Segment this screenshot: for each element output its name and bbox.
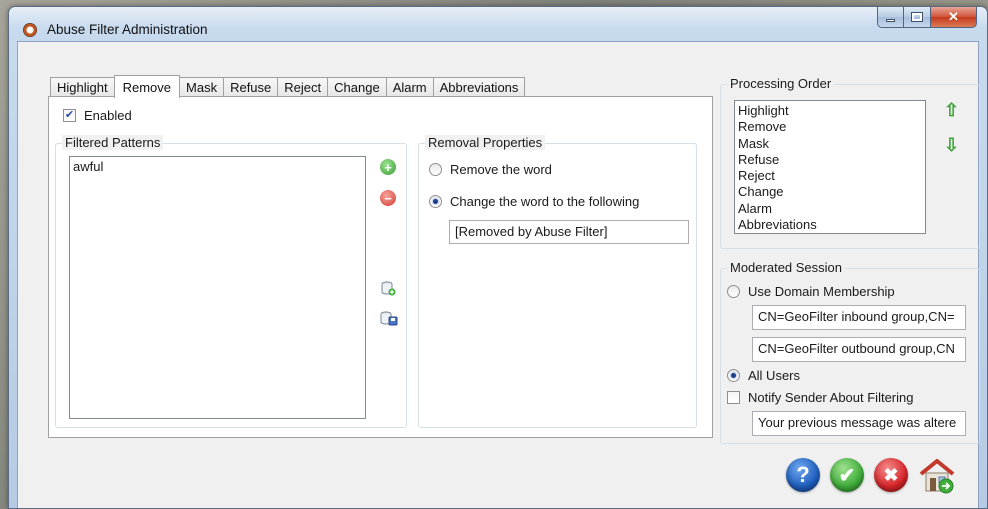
import-icon[interactable] — [380, 280, 396, 296]
change-word-label: Change the word to the following — [450, 194, 640, 209]
app-icon — [23, 23, 37, 37]
notify-message-field[interactable]: Your previous message was altere — [752, 411, 966, 436]
list-item[interactable]: Reject — [738, 168, 922, 184]
filtered-patterns-title: Filtered Patterns — [62, 135, 164, 150]
client-area: Highlight Remove Mask Refuse Reject Chan… — [17, 41, 980, 508]
maximize-icon — [911, 12, 923, 22]
title-bar[interactable]: Abuse Filter Administration ✕ — [9, 7, 987, 41]
all-users-row: All Users — [727, 368, 800, 383]
tab-remove[interactable]: Remove — [113, 75, 181, 98]
list-item[interactable]: Refuse — [738, 152, 922, 168]
all-users-label: All Users — [748, 368, 801, 383]
domain-membership-row: Use Domain Membership — [727, 284, 895, 299]
removal-properties-group: Removal Properties Remove the word Chang… — [418, 135, 697, 428]
ok-button[interactable]: ✔ — [830, 458, 864, 492]
processing-order-group: Processing Order Highlight Remove Mask R… — [720, 76, 980, 249]
inbound-group-field[interactable]: CN=GeoFilter inbound group,CN= — [752, 305, 966, 330]
filtered-patterns-group: Filtered Patterns awful + − — [55, 135, 407, 428]
window-title: Abuse Filter Administration — [47, 22, 208, 37]
tab-mask[interactable]: Mask — [179, 77, 225, 97]
remove-tab-panel: ✔ Enabled Filtered Patterns awful + − Re… — [48, 96, 713, 438]
add-icon[interactable]: + — [380, 159, 396, 175]
list-item[interactable]: Mask — [738, 136, 922, 152]
close-button[interactable]: ✕ — [931, 7, 977, 28]
tab-strip: Highlight Remove Mask Refuse Reject Chan… — [50, 75, 526, 98]
help-button[interactable]: ? — [786, 458, 820, 492]
close-icon: ✕ — [948, 9, 959, 24]
list-item[interactable]: Alarm — [738, 201, 922, 217]
remove-word-radio[interactable] — [429, 163, 442, 176]
tab-highlight[interactable]: Highlight — [50, 77, 115, 97]
ok-icon: ✔ — [838, 464, 856, 487]
remove-icon[interactable]: − — [380, 190, 396, 206]
tab-reject[interactable]: Reject — [277, 77, 329, 97]
list-item[interactable]: Highlight — [738, 103, 922, 119]
window-controls: ✕ — [877, 7, 977, 28]
cancel-button[interactable]: ✖ — [874, 458, 908, 492]
main-window: Abuse Filter Administration ✕ Highlight … — [8, 6, 988, 509]
moderated-session-title: Moderated Session — [727, 260, 846, 275]
remove-word-row: Remove the word — [429, 162, 552, 177]
notify-sender-label: Notify Sender About Filtering — [748, 390, 914, 405]
change-word-row: Change the word to the following — [429, 194, 639, 209]
tab-abbreviations[interactable]: Abbreviations — [432, 77, 526, 97]
tab-change[interactable]: Change — [327, 77, 387, 97]
minimize-icon — [886, 18, 895, 22]
notify-sender-row: Notify Sender About Filtering — [727, 390, 913, 405]
remove-word-label: Remove the word — [450, 162, 552, 177]
removal-properties-title: Removal Properties — [425, 135, 546, 150]
all-users-radio[interactable] — [727, 369, 740, 382]
list-item[interactable]: Remove — [738, 119, 922, 135]
processing-order-list[interactable]: Highlight Remove Mask Refuse Reject Chan… — [734, 100, 926, 234]
list-item[interactable]: Change — [738, 184, 922, 200]
filtered-patterns-list[interactable]: awful — [69, 156, 366, 419]
list-item[interactable]: awful — [73, 159, 362, 175]
domain-membership-radio[interactable] — [727, 285, 740, 298]
enabled-label: Enabled — [84, 108, 132, 123]
home-icon — [919, 459, 955, 494]
home-button[interactable] — [917, 456, 957, 496]
minimize-button[interactable] — [877, 7, 904, 28]
help-icon: ? — [796, 462, 810, 487]
outbound-group-field[interactable]: CN=GeoFilter outbound group,CN — [752, 337, 966, 362]
tab-refuse[interactable]: Refuse — [223, 77, 279, 97]
processing-order-title: Processing Order — [727, 76, 835, 91]
enabled-checkbox[interactable]: ✔ — [63, 109, 76, 122]
notify-sender-checkbox[interactable] — [727, 391, 740, 404]
list-item[interactable]: Abbreviations — [738, 217, 922, 233]
arrow-up-icon[interactable]: ⇧ — [944, 101, 959, 119]
domain-membership-label: Use Domain Membership — [748, 284, 895, 299]
arrow-down-icon[interactable]: ⇩ — [944, 136, 959, 154]
export-icon[interactable] — [380, 310, 398, 326]
tab-alarm[interactable]: Alarm — [385, 77, 434, 97]
enabled-row: ✔ Enabled — [63, 108, 132, 123]
moderated-session-group: Moderated Session Use Domain Membership … — [720, 260, 980, 444]
maximize-button[interactable] — [904, 7, 931, 28]
change-word-radio[interactable] — [429, 195, 442, 208]
cancel-icon: ✖ — [883, 464, 899, 485]
replacement-text-field[interactable]: [Removed by Abuse Filter] — [449, 220, 689, 244]
